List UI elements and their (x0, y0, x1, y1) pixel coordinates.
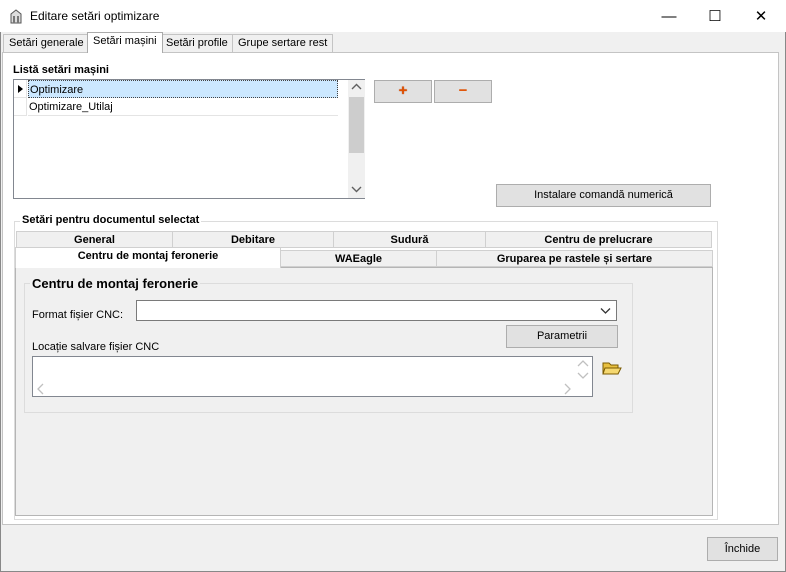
title-bar: Editare setări optimizare — ☐ ✕ (0, 0, 786, 32)
scroll-right-icon[interactable] (562, 383, 572, 395)
tab-centru-montaj-feronerie[interactable]: Centru de montaj feronerie (15, 247, 281, 268)
tab-sudura[interactable]: Sudură (333, 231, 486, 248)
add-machine-button[interactable]: + (374, 80, 432, 103)
minimize-button[interactable]: — (646, 0, 692, 32)
remove-machine-button[interactable]: − (434, 80, 492, 103)
app-icon (10, 9, 22, 24)
chevron-down-icon (600, 308, 611, 314)
current-row-icon (18, 85, 23, 93)
window-title: Editare setări optimizare (30, 9, 160, 23)
open-folder-icon (602, 362, 622, 375)
tab-setari-profile[interactable]: Setări profile (160, 34, 234, 52)
tab-centru-prelucrare[interactable]: Centru de prelucrare (485, 231, 712, 248)
tab-general[interactable]: General (16, 231, 173, 248)
tab-gruparea-rastele-sertare[interactable]: Gruparea pe rastele și sertare (436, 250, 713, 267)
format-label: Format fișier CNC: (32, 309, 124, 321)
tab-setari-masini[interactable]: Setări mașini (87, 32, 163, 53)
parameters-button[interactable]: Parametrii (506, 325, 618, 348)
location-textarea[interactable] (32, 356, 593, 397)
row-indicator (14, 80, 27, 98)
scroll-thumb[interactable] (349, 97, 364, 153)
browse-folder-button[interactable] (601, 357, 623, 378)
plus-icon: + (398, 82, 408, 99)
scroll-up-icon[interactable] (577, 359, 589, 369)
scroll-up-icon[interactable] (351, 82, 362, 92)
list-item-label: Optimizare (28, 80, 338, 98)
close-icon: ✕ (754, 8, 768, 25)
format-combo[interactable] (136, 300, 617, 321)
machines-list[interactable]: Optimizare Optimizare_Utilaj (13, 79, 365, 199)
scroll-down-icon[interactable] (351, 184, 362, 194)
list-scrollbar[interactable] (348, 80, 365, 198)
minimize-icon: — (661, 7, 677, 25)
location-label: Locație salvare fișier CNC (32, 341, 160, 353)
list-item-label: Optimizare_Utilaj (28, 98, 338, 116)
list-item[interactable]: Optimizare (14, 80, 338, 98)
document-settings-label: Setări pentru documentul selectat (20, 214, 202, 226)
close-button[interactable]: ✕ (738, 0, 784, 32)
row-indicator (14, 98, 27, 116)
cnc-panel-title: Centru de montaj feronerie (30, 276, 201, 291)
scroll-left-icon[interactable] (36, 383, 46, 395)
tab-grupe-sertare-rest[interactable]: Grupe sertare rest (232, 34, 334, 52)
tab-setari-generale[interactable]: Setări generale (3, 34, 90, 52)
tab-waeagle[interactable]: WAEagle (280, 250, 437, 267)
maximize-button[interactable]: ☐ (692, 0, 738, 32)
minus-icon: − (458, 82, 468, 99)
install-cnc-button[interactable]: Instalare comandă numerică (496, 184, 711, 207)
machines-list-label: Listă setări mașini (13, 64, 109, 76)
close-dialog-button[interactable]: Închide (707, 537, 778, 561)
list-item[interactable]: Optimizare_Utilaj (14, 98, 338, 116)
scroll-down-icon[interactable] (577, 370, 589, 380)
maximize-icon: ☐ (708, 8, 722, 25)
tab-debitare[interactable]: Debitare (172, 231, 334, 248)
